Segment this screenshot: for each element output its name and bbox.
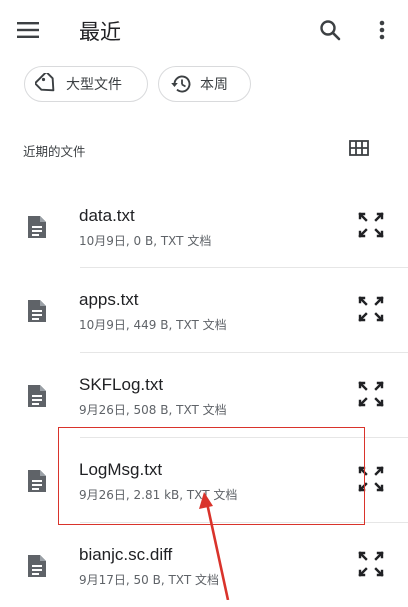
expand-preview-icon[interactable] [354,377,388,411]
app-bar: 最近 [0,0,408,60]
document-icon [28,216,46,238]
file-meta: 10月9日, 449 B, TXT 文档 [79,318,227,332]
expand-preview-icon[interactable] [354,292,388,326]
chip-label: 大型文件 [66,77,122,93]
file-name: apps.txt [79,290,139,309]
highlight-box [58,427,365,525]
file-row[interactable]: bianjc.sc.diff 9月17日, 50 B, TXT 文档 [0,523,408,607]
document-icon [28,470,46,492]
history-icon [169,73,193,95]
more-vert-icon[interactable] [368,14,396,46]
file-name: SKFLog.txt [79,375,164,394]
chip-label: 本周 [200,77,228,93]
file-meta: 9月17日, 50 B, TXT 文档 [79,573,219,587]
document-icon [28,385,46,407]
file-name: data.txt [79,206,135,225]
chip-this-week[interactable]: 本周 [158,66,251,102]
file-name: bianjc.sc.diff [79,545,173,564]
search-icon[interactable] [314,14,346,46]
file-row[interactable]: apps.txt 10月9日, 449 B, TXT 文档 [0,268,408,352]
section-label: 近期的文件 [23,144,86,159]
expand-preview-icon[interactable] [354,208,388,242]
tag-icon [35,73,59,95]
document-icon [28,555,46,577]
grid-view-icon[interactable] [346,136,372,160]
file-meta: 10月9日, 0 B, TXT 文档 [79,234,212,248]
file-meta: 9月26日, 508 B, TXT 文档 [79,403,227,417]
document-icon [28,300,46,322]
expand-preview-icon[interactable] [354,547,388,581]
page-title: 最近 [79,20,121,44]
file-row[interactable]: data.txt 10月9日, 0 B, TXT 文档 [0,184,408,268]
chip-large-files[interactable]: 大型文件 [24,66,148,102]
hamburger-menu-icon[interactable] [12,14,44,46]
file-row[interactable]: SKFLog.txt 9月26日, 508 B, TXT 文档 [0,353,408,437]
